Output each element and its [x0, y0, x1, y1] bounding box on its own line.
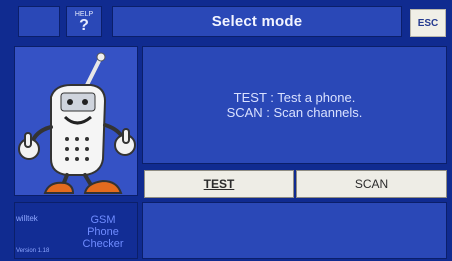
- scan-button-label: SCAN: [354, 177, 389, 191]
- app-name-line-2: Phone: [87, 226, 119, 238]
- help-icon: ?: [79, 16, 89, 34]
- mascot-panel: [14, 46, 138, 196]
- test-button[interactable]: TEST: [144, 170, 294, 198]
- app-name-line-3: Checker: [82, 238, 124, 250]
- topbar-empty-cell: [18, 6, 60, 37]
- message-panel: TEST : Test a phone. SCAN : Scan channel…: [142, 46, 447, 164]
- app-name: GSM Phone Checker: [78, 214, 128, 250]
- version-label: Version 1.18: [16, 248, 50, 254]
- page-title: Select mode: [112, 6, 402, 37]
- phone-mascot-icon: [18, 52, 136, 194]
- esc-button[interactable]: ESC: [410, 9, 446, 37]
- message-line-test: TEST : Test a phone.: [233, 90, 356, 105]
- scan-button[interactable]: SCAN: [296, 170, 447, 198]
- app-window: HELP ? Select mode ESC TEST: Test a pho…: [0, 0, 452, 261]
- message-line-scan: SCAN : Scan channels.: [226, 105, 363, 120]
- footer-right-panel: [142, 202, 447, 259]
- app-name-line-1: GSM: [90, 214, 116, 226]
- help-button[interactable]: HELP ?: [66, 6, 102, 37]
- brand-logo: willtek: [16, 214, 38, 223]
- test-button-label: TEST: [203, 177, 235, 191]
